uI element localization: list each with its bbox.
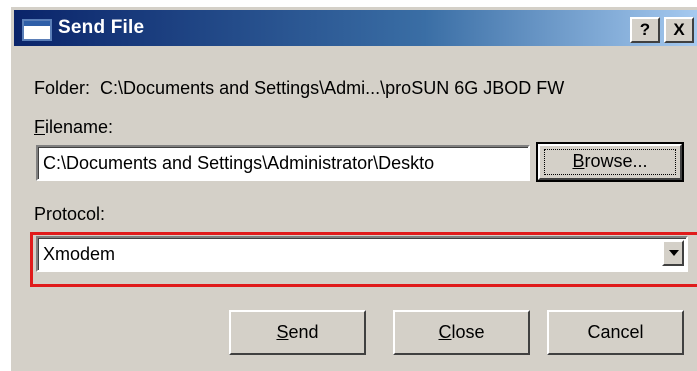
dialog-title: Send File (58, 17, 145, 38)
title-bar[interactable]: Send File ? X (14, 10, 697, 46)
filename-field[interactable]: C:\Documents and Settings\Administrator\… (36, 145, 530, 181)
send-button[interactable]: Send (229, 310, 366, 355)
protocol-select[interactable]: Xmodem (36, 236, 688, 272)
folder-label: Folder: (34, 78, 91, 98)
cancel-button[interactable]: Cancel (547, 310, 684, 355)
close-button[interactable]: Close (393, 310, 530, 355)
protocol-selected-value: Xmodem (38, 238, 686, 270)
help-button[interactable]: ? (630, 17, 660, 43)
window-icon (22, 19, 52, 41)
folder-path: C:\Documents and Settings\Admi...\proSUN… (100, 78, 565, 98)
close-window-button[interactable]: X (664, 17, 694, 43)
filename-value: C:\Documents and Settings\Administrator\… (38, 147, 528, 179)
folder-row: Folder: C:\Documents and Settings\Admi..… (34, 78, 564, 99)
filename-label: Filename: (34, 117, 114, 137)
chevron-down-icon[interactable] (662, 240, 684, 266)
protocol-label: Protocol: (34, 204, 106, 224)
browse-button[interactable]: Browse... (536, 142, 684, 182)
send-file-dialog: Send File ? X Folder: C:\Documents and S… (10, 6, 697, 371)
